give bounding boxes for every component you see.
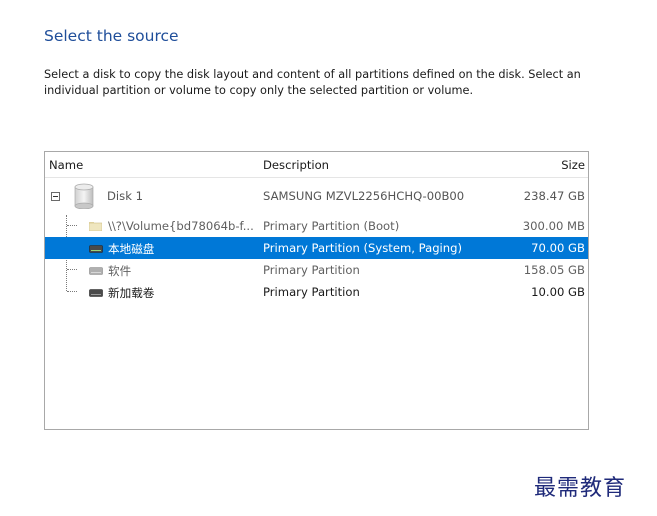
folder-icon [89,222,102,231]
partition-row[interactable]: 软件 Primary Partition 158.05 GB [45,259,588,281]
disk-name: Disk 1 [107,189,143,203]
partition-name: 软件 [108,264,132,278]
partition-description: Primary Partition (System, Paging) [263,241,463,255]
disk-icon [74,183,94,209]
partition-row[interactable]: 新加载卷 Primary Partition 10.00 GB [45,281,588,303]
partition-description: Primary Partition [263,285,360,299]
partition-size: 10.00 GB [531,285,585,299]
partition-size: 300.00 MB [522,219,585,233]
partition-size: 158.05 GB [523,263,585,277]
partition-description: Primary Partition (Boot) [263,219,400,233]
tree-header: Name Description Size [45,152,588,178]
drive-icon [89,267,103,275]
drive-icon [89,245,103,253]
drive-icon [89,289,103,297]
column-header-description[interactable]: Description [263,158,329,172]
partition-name: 本地磁盘 [108,242,155,256]
partition-name: 新加载卷 [108,286,155,300]
watermark-logo: 最需教育 [534,476,627,501]
disk-row[interactable]: Disk 1 SAMSUNG MZVL2256HCHQ-00B00 238.47… [45,183,588,209]
partition-row[interactable]: \\?\Volume{bd78064b-f... Primary Partiti… [45,215,588,237]
page-description: Select a disk to copy the disk layout an… [44,68,581,97]
partition-size: 70.00 GB [531,241,585,255]
collapse-toggle-icon[interactable] [51,192,60,201]
partition-description: Primary Partition [263,263,360,277]
page-title: Select the source [44,27,179,45]
disk-size: 238.47 GB [523,189,585,203]
partition-name: \\?\Volume{bd78064b-f... [108,219,254,233]
disk-description: SAMSUNG MZVL2256HCHQ-00B00 [263,189,465,203]
partition-row-selected[interactable]: 本地磁盘 Primary Partition (System, Paging) … [45,237,588,259]
source-tree[interactable]: Name Description Size Disk 1 SAMSUNG MZV… [44,151,589,430]
column-header-size[interactable]: Size [561,158,585,172]
column-header-name[interactable]: Name [49,158,83,172]
